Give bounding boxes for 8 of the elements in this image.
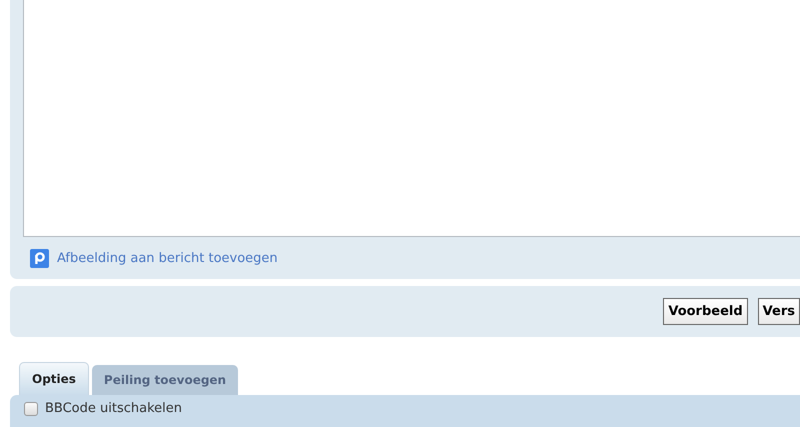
tab[interactable]: Opties <box>19 362 89 395</box>
tab[interactable]: Peiling toevoegen <box>92 365 238 395</box>
checkbox[interactable] <box>24 402 38 416</box>
option-label: BBCode uitschakelen <box>45 401 182 416</box>
image-upload-icon <box>30 249 49 268</box>
submit-button[interactable]: Vers <box>758 298 800 325</box>
preview-button[interactable]: Voorbeeld <box>663 298 748 325</box>
add-image-link[interactable]: Afbeelding aan bericht toevoegen <box>57 251 278 266</box>
